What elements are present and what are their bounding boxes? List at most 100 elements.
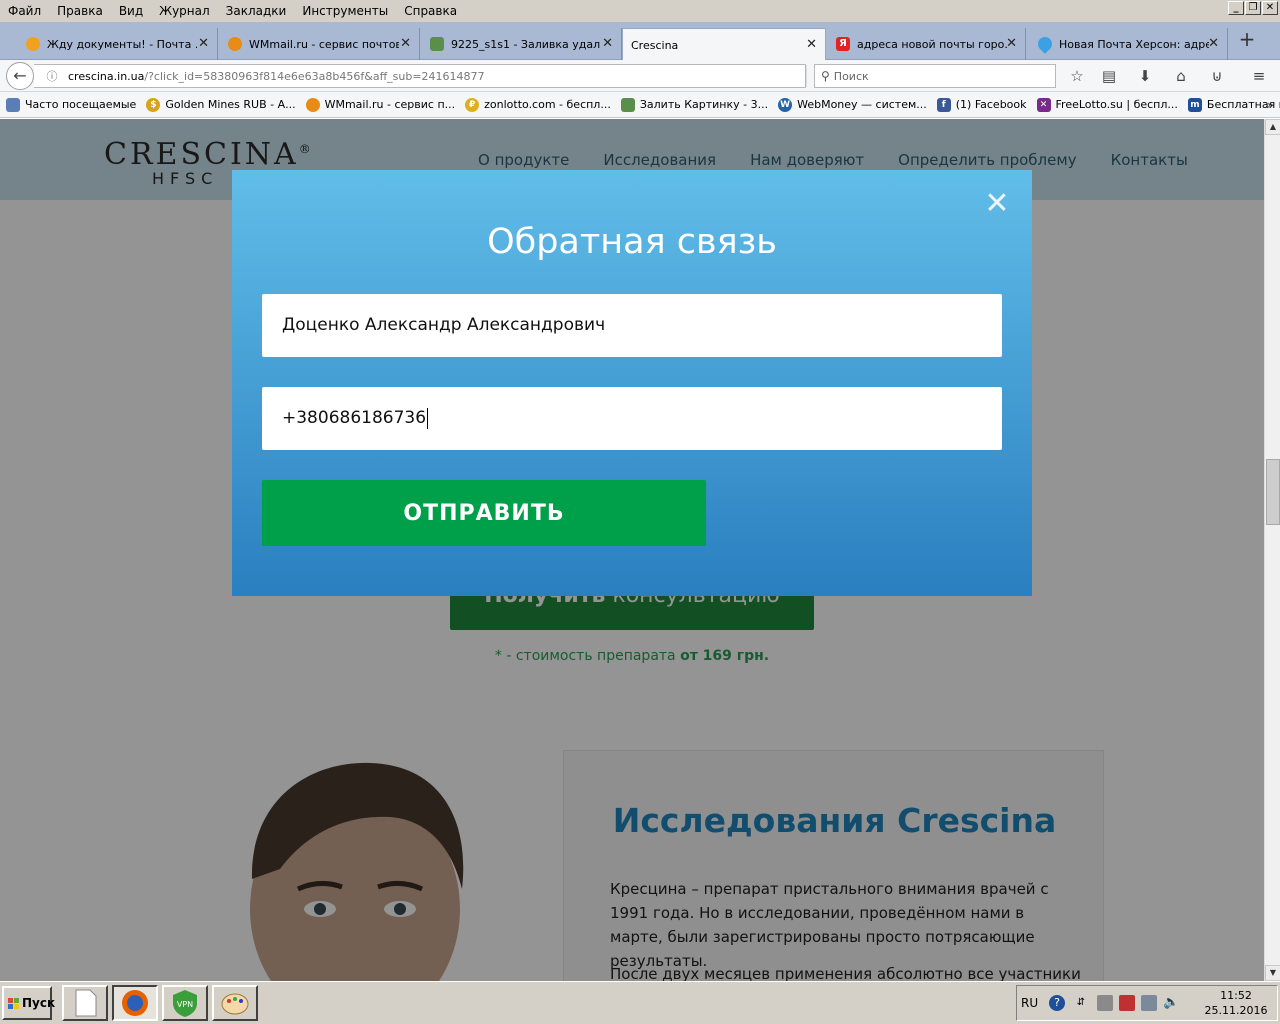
bookmark-webmoney[interactable]: W WebMoney — систем... (778, 97, 927, 112)
modal-title: Обратная связь (487, 222, 777, 262)
tab-strip: Жду документы! - Почта ... ✕ WMmail.ru -… (0, 22, 1280, 61)
network-icon[interactable] (1141, 995, 1157, 1011)
network-disconnected-icon[interactable] (1119, 995, 1135, 1011)
pocket-icon[interactable]: ⊍ (1206, 66, 1228, 86)
download-icon[interactable]: ⬇ (1134, 66, 1156, 86)
window-controls: _ ❐ ✕ (1228, 1, 1278, 15)
taskbar-paint[interactable] (212, 985, 258, 1021)
menu-view[interactable]: Вид (111, 0, 151, 22)
tab-wmmail[interactable]: WMmail.ru - сервис почтов... ✕ (220, 28, 420, 60)
phone-input[interactable]: +380686186736 (262, 387, 1002, 450)
submit-button[interactable]: ОТПРАВИТЬ (262, 480, 706, 546)
bookmark-label: zonlotto.com - беспл... (484, 98, 611, 111)
reading-list-icon[interactable]: ▤ (1098, 66, 1120, 86)
search-input[interactable]: ⚲ Поиск (814, 64, 1056, 88)
tab-image-upload[interactable]: 9225_s1s1 - Заливка удал... ✕ (422, 28, 622, 60)
language-indicator[interactable]: RU (1021, 996, 1038, 1010)
bookmark-label: Залить Картинку - 3... (639, 98, 769, 111)
help-icon[interactable]: ? (1049, 995, 1065, 1011)
tab-yandex[interactable]: Я адреса новой почты горо... ✕ (828, 28, 1026, 60)
restore-button[interactable]: ❐ (1245, 1, 1261, 15)
url-bar[interactable]: ⓘ crescina.in.ua/?click_id=58380963f814e… (34, 64, 828, 88)
mail-icon (26, 37, 40, 51)
close-tab-icon[interactable]: ✕ (806, 37, 817, 52)
minimize-button[interactable]: _ (1228, 1, 1244, 15)
search-icon: ⚲ (821, 69, 830, 83)
yandex-icon: Я (836, 37, 850, 51)
bookmarks-bar: Часто посещаемые $ Golden Mines RUB - А..… (0, 92, 1280, 118)
map-pin-icon (1035, 34, 1055, 54)
close-tab-icon[interactable]: ✕ (1208, 36, 1219, 51)
close-tab-icon[interactable]: ✕ (1006, 36, 1017, 51)
info-icon[interactable]: ⓘ (42, 68, 62, 84)
menu-file[interactable]: Файл (0, 0, 49, 22)
bookmark-zonlotto[interactable]: ₽ zonlotto.com - беспл... (465, 97, 611, 112)
bookmark-star-icon[interactable]: ☆ (1066, 66, 1088, 86)
tab-title: 9225_s1s1 - Заливка удал... (451, 37, 601, 51)
new-tab-icon[interactable]: + (1236, 28, 1258, 52)
bookmark-zalit-kartinku[interactable]: Залить Картинку - 3... (620, 97, 769, 112)
chevron-right-icon[interactable]: » (1267, 92, 1274, 118)
tab-title: Новая Почта Херсон: адре... (1059, 37, 1209, 51)
feedback-modal: ✕ Обратная связь Доценко Александр Алекс… (232, 170, 1032, 596)
image-icon (430, 37, 444, 51)
phone-input-value: +380686186736 (282, 408, 427, 428)
bookmarks-folder-icon (6, 97, 20, 112)
close-tab-icon[interactable]: ✕ (400, 36, 411, 51)
tab-title: Жду документы! - Почта ... (47, 37, 197, 51)
facebook-icon: f (936, 97, 951, 112)
vpn-shield-icon: VPN (173, 990, 197, 1017)
back-button[interactable]: ← (6, 62, 34, 90)
bookmark-freelotto[interactable]: ✕ FreeLotto.su | беспл... (1036, 97, 1178, 112)
close-tab-icon[interactable]: ✕ (602, 36, 613, 51)
svg-text:VPN: VPN (177, 1000, 193, 1009)
close-window-button[interactable]: ✕ (1262, 1, 1278, 15)
scrollbar-thumb[interactable] (1266, 459, 1280, 525)
name-input-value: Доценко Александр Александрович (282, 315, 606, 335)
paint-palette-icon (221, 993, 249, 1015)
system-tray: RU ? ⇵ 🔈 11:52 25.11.2016 (1016, 985, 1278, 1021)
document-icon (75, 989, 97, 1017)
vertical-scrollbar[interactable]: ▲ ▼ (1264, 119, 1280, 981)
tab-mail[interactable]: Жду документы! - Почта ... ✕ (18, 28, 218, 60)
tab-title: адреса новой почты горо... (857, 37, 1007, 51)
start-button[interactable]: Пуск (2, 986, 56, 1020)
menu-tools[interactable]: Инструменты (294, 0, 396, 22)
menu-edit[interactable]: Правка (49, 0, 111, 22)
taskbar-document[interactable] (62, 985, 108, 1021)
wmmail-icon (228, 37, 242, 51)
freelotto-icon: ✕ (1036, 97, 1051, 112)
coin-icon: ₽ (465, 97, 480, 112)
taskbar-vpn[interactable]: VPN (162, 985, 208, 1021)
windows-flag-icon (8, 998, 19, 1009)
scroll-up-icon[interactable]: ▲ (1265, 119, 1280, 135)
tab-title: WMmail.ru - сервис почтов... (249, 37, 399, 51)
image-icon (620, 97, 635, 112)
tab-crescina[interactable]: Crescina ✕ (622, 28, 826, 61)
menu-history[interactable]: Журнал (151, 0, 218, 22)
clock[interactable]: 11:52 25.11.2016 (1193, 988, 1279, 1018)
bookmark-label: FreeLotto.su | беспл... (1055, 98, 1178, 111)
url-text[interactable]: crescina.in.ua/?click_id=58380963f814e6e… (68, 70, 485, 83)
close-icon[interactable]: ✕ (984, 189, 1010, 219)
menu-hamburger-icon[interactable]: ≡ (1248, 66, 1270, 86)
bookmark-facebook[interactable]: f (1) Facebook (936, 97, 1027, 112)
close-tab-icon[interactable]: ✕ (198, 36, 209, 51)
firefox-icon (122, 990, 148, 1016)
taskbar-firefox[interactable] (112, 985, 158, 1021)
tab-novaposhta[interactable]: Новая Почта Херсон: адре... ✕ (1030, 28, 1228, 60)
text-caret (427, 407, 429, 429)
scroll-down-icon[interactable]: ▼ (1265, 965, 1280, 981)
security-shield-icon[interactable] (1097, 995, 1113, 1011)
bookmark-golden-mines[interactable]: $ Golden Mines RUB - А... (146, 97, 296, 112)
menu-help[interactable]: Справка (396, 0, 465, 22)
volume-icon[interactable]: 🔈 (1163, 995, 1179, 1011)
menu-bookmarks[interactable]: Закладки (218, 0, 295, 22)
name-input[interactable]: Доценко Александр Александрович (262, 294, 1002, 357)
bookmark-label: WebMoney — систем... (797, 98, 927, 111)
start-label: Пуск (22, 996, 56, 1010)
tray-expand-icon[interactable]: ⇵ (1073, 995, 1089, 1011)
bookmark-wmmail[interactable]: WMmail.ru - сервис п... (305, 97, 455, 112)
home-icon[interactable]: ⌂ (1170, 66, 1192, 86)
bookmark-most-visited[interactable]: Часто посещаемые (6, 97, 136, 112)
